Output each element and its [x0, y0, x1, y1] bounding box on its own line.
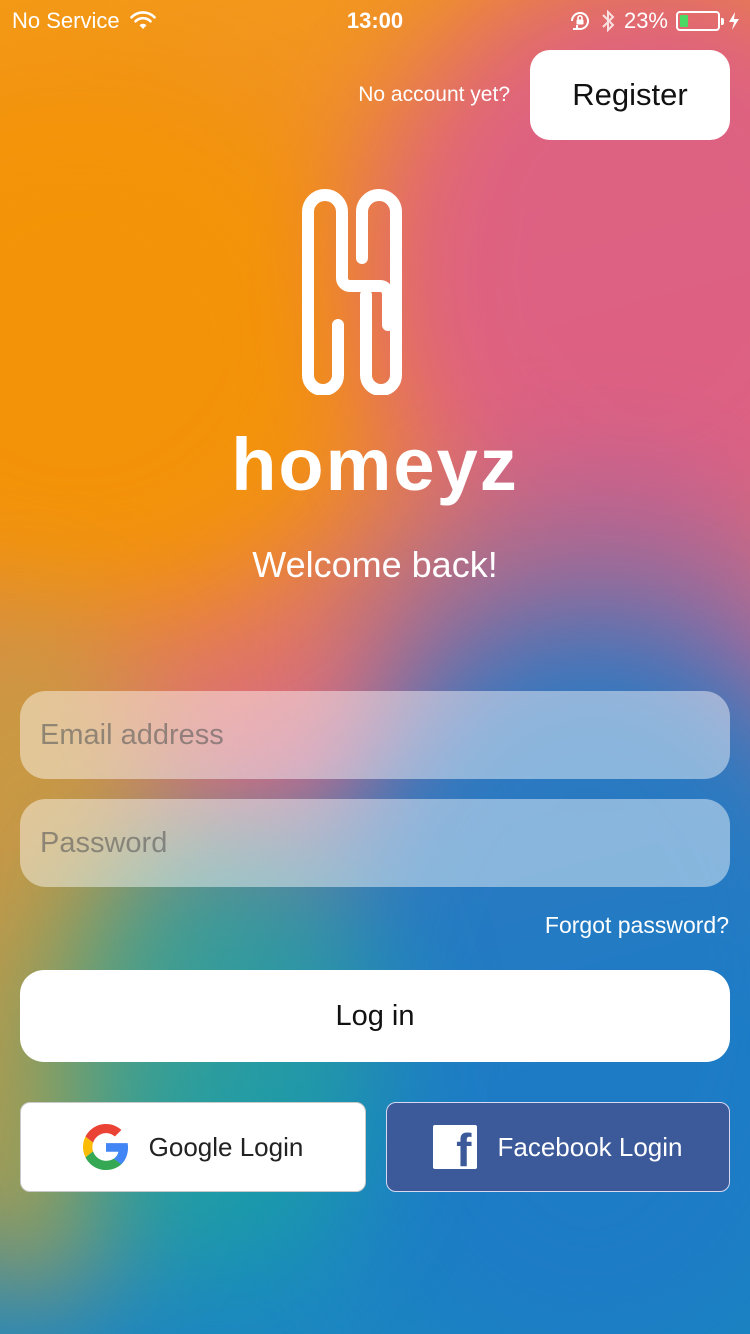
facebook-login-button[interactable]: f Facebook Login — [386, 1102, 730, 1192]
bluetooth-icon — [602, 9, 615, 33]
login-button[interactable]: Log in — [20, 970, 730, 1062]
google-login-button[interactable]: Google Login — [20, 1102, 366, 1192]
google-icon — [82, 1124, 128, 1170]
battery-level — [680, 15, 689, 27]
welcome-heading: Welcome back! — [252, 544, 498, 585]
no-account-text: No account yet? — [358, 83, 510, 106]
facebook-icon: f — [433, 1125, 478, 1169]
google-login-label: Google Login — [148, 1131, 304, 1162]
password-field[interactable] — [20, 799, 730, 887]
register-button[interactable]: Register — [530, 50, 730, 140]
battery-percent: 23% — [623, 8, 668, 33]
status-bar: No Service 13:00 23% — [0, 0, 750, 40]
rotation-lock-icon — [570, 12, 589, 30]
brand-name: homeyz — [231, 423, 519, 506]
battery-icon — [676, 11, 724, 31]
facebook-login-label: Facebook Login — [497, 1131, 683, 1162]
forgot-password-link[interactable]: Forgot password? — [545, 912, 729, 939]
email-field[interactable] — [20, 691, 730, 779]
charging-icon — [729, 12, 739, 30]
homeyz-logo-icon — [302, 189, 402, 395]
register-row: No account yet? Register — [358, 50, 730, 140]
